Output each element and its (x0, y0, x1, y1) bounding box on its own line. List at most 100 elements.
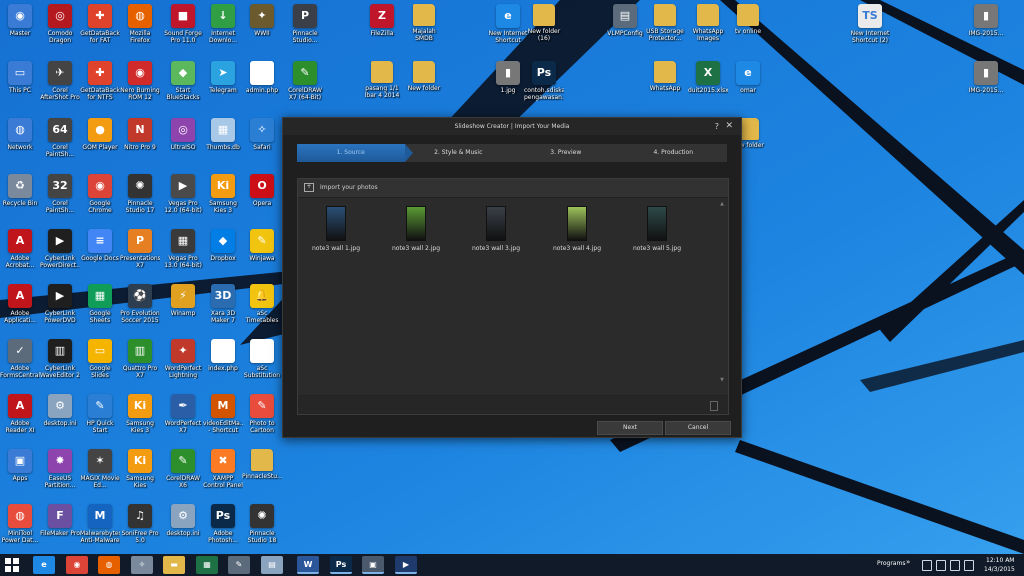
desktop-icon[interactable]: ✧ Safari (242, 118, 282, 151)
desktop-icon[interactable]: ◆ Dropbox (203, 229, 243, 262)
desktop-icon[interactable]: ♻ Recycle Bin (0, 174, 40, 207)
desktop-icon[interactable]: ◉ Nero Burning ROM 12 (120, 61, 160, 101)
desktop-icon[interactable]: ✸ EaseUS Partition... (40, 449, 80, 489)
desktop-icon[interactable]: ▣ Apps (0, 449, 40, 482)
scroll-up-icon[interactable]: ▲ (720, 201, 724, 207)
desktop-icon[interactable]: ■ Sound Forge Pro 11.0 (163, 4, 203, 44)
desktop-icon[interactable]: A Adobe Acrobat... (0, 229, 40, 269)
desktop-icon[interactable]: Z FileZilla (362, 4, 402, 37)
notification-icon[interactable] (964, 560, 974, 571)
desktop-icon[interactable]: pasang 1/1 lbar 4 2014 (362, 61, 402, 99)
taskbar-safari-icon[interactable]: ✧ (131, 556, 153, 574)
desktop-icon[interactable]: New folder (16) (524, 4, 564, 42)
desktop-icon[interactable]: ◉ Master (0, 4, 40, 37)
desktop-icon[interactable]: ▤ VLMPConfig (605, 4, 645, 37)
desktop-icon[interactable]: Ki Samsung Kies 3 (120, 394, 160, 434)
desktop-icon[interactable]: e New Internet Shortcut (488, 4, 528, 44)
taskbar-network-icon[interactable]: ▣ (362, 556, 384, 574)
desktop-icon[interactable]: ▭ Google Slides (80, 339, 120, 379)
desktop-icon[interactable]: e omar (728, 61, 768, 94)
desktop-icon[interactable]: 🔔 aSc Timetables (242, 284, 282, 324)
step-production[interactable]: 4. Production (620, 144, 728, 162)
cancel-button[interactable]: Cancel (665, 421, 731, 435)
desktop-icon[interactable]: PinnacleStu... (242, 449, 282, 480)
desktop-icon[interactable]: ▭ This PC (0, 61, 40, 94)
desktop-icon[interactable]: ▶ CyberLink PowerDVD 14 (40, 284, 80, 324)
desktop-icon[interactable]: ▶ CyberLink PowerDirect... (40, 229, 80, 269)
desktop-icon[interactable]: ▦ Thumbs.db (203, 118, 243, 151)
desktop-icon[interactable]: ✎ Photo to Cartoon (242, 394, 282, 434)
desktop-icon[interactable]: ≡ Google Docs (80, 229, 120, 262)
import-photos-button[interactable]: + Import your photos (298, 179, 728, 198)
step-source[interactable]: 1. Source (297, 144, 413, 162)
scroll-down-icon[interactable]: ▼ (720, 377, 724, 383)
desktop-icon[interactable]: 64 Corel PaintSh... (40, 118, 80, 158)
desktop-icon[interactable]: MvideoEditMa... - Shortcut (203, 394, 243, 434)
close-icon[interactable]: ✕ (725, 118, 733, 135)
desktop-icon[interactable]: ◉ Google Chrome (80, 174, 120, 214)
programs-toolbar[interactable]: Programs (877, 560, 905, 567)
desktop-icon[interactable]: ▶ Vegas Pro 12.0 (64-bit) (163, 174, 203, 214)
battery-icon[interactable] (922, 560, 932, 571)
desktop-icon[interactable]: New folder (404, 61, 444, 92)
step-style-music[interactable]: 2. Style & Music (405, 144, 520, 162)
desktop-icon[interactable]: Ps Adobe Photosh... (203, 504, 243, 544)
desktop-icon[interactable]: ➤ Telegram (203, 61, 243, 94)
taskbar-calculator-icon[interactable]: ▤ (261, 556, 283, 574)
photo-thumbnail[interactable]: note3 wall 5.jpg (629, 206, 685, 252)
taskbar-video-icon[interactable]: ▶ (395, 556, 417, 574)
desktop-icon[interactable]: ▮ 1.jpg (488, 61, 528, 94)
desktop-icon[interactable]: ✚ GetDataBack for NTFS (80, 61, 120, 101)
desktop-icon[interactable]: ◍ MiniTool Power Dat... (0, 504, 40, 544)
desktop-icon[interactable]: ▮ IMG-2015... (966, 61, 1006, 94)
clock-time[interactable]: 12:10 AM (986, 557, 1014, 564)
desktop-icon[interactable]: 32 Corel PaintSh... (40, 174, 80, 214)
desktop-icon[interactable]: WhatsApp Images (688, 4, 728, 42)
desktop-icon[interactable]: 3D Xara 3D Maker 7 (203, 284, 243, 324)
desktop-icon[interactable]: O Opera (242, 174, 282, 207)
desktop-icon[interactable]: ◍ Network (0, 118, 40, 151)
desktop-icon[interactable]: ⚙ desktop.ini (163, 504, 203, 537)
desktop-icon[interactable]: admin.php (242, 61, 282, 94)
desktop-icon[interactable]: ⚙ desktop.ini (40, 394, 80, 427)
help-icon[interactable]: ? (715, 118, 719, 135)
desktop-icon[interactable]: aSc Substitution (242, 339, 282, 379)
photo-thumbnail[interactable]: note3 wall 4.jpg (549, 206, 605, 252)
desktop-icon[interactable]: WhatsApp (645, 61, 685, 92)
step-preview[interactable]: 3. Preview (512, 144, 628, 162)
desktop-icon[interactable]: ✎ HP Quick Start (80, 394, 120, 434)
desktop-icon[interactable]: ✚ GetDataBack for FAT (80, 4, 120, 44)
desktop-icon[interactable]: ▮ IMG-2015... (966, 4, 1006, 37)
desktop-icon[interactable]: Xduit2015.xlsx (688, 61, 728, 94)
desktop-icon[interactable]: ◍ Mozilla Firefox (120, 4, 160, 44)
desktop-icon[interactable]: P Pinnacle Studio... (285, 4, 325, 44)
desktop-icon[interactable]: ✓ Adobe FormsCentral (0, 339, 40, 379)
desktop-icon[interactable]: ✦ WordPerfect Lightning (163, 339, 203, 379)
desktop-icon[interactable]: ✎ Winjawa (242, 229, 282, 262)
desktop-icon[interactable]: ✺ Pinnacle Studio 17 (120, 174, 160, 214)
desktop-icon[interactable]: ♫ SoniFree Pro 5.0 (120, 504, 160, 544)
desktop-icon[interactable]: ● GOM Player (80, 118, 120, 151)
taskbar-explorer-icon[interactable]: ▬ (163, 556, 185, 574)
taskbar-notepad-icon[interactable]: ✎ (228, 556, 250, 574)
desktop-icon[interactable]: TS New Internet Shortcut (2) (850, 4, 890, 44)
trash-icon[interactable] (710, 401, 718, 411)
desktop-icon[interactable]: ✶ MAGIX Movie Ed... (80, 449, 120, 489)
desktop-icon[interactable]: ✺ Pinnacle Studio 18 (242, 504, 282, 544)
desktop-icon[interactable]: ✖ XAMPP Control Panel (203, 449, 243, 489)
desktop-icon[interactable]: ▦ Vegas Pro 13.0 (64-bit) (163, 229, 203, 269)
network-tray-icon[interactable] (936, 560, 946, 571)
taskbar-store-icon[interactable]: ▦ (196, 556, 218, 574)
desktop-icon[interactable]: tv online (728, 4, 768, 35)
desktop-icon[interactable]: ✈ Corel AfterShot Pro (40, 61, 80, 101)
windows-start-icon[interactable] (4, 557, 20, 573)
taskbar-word-icon[interactable]: W (297, 556, 319, 574)
photo-thumbnail[interactable]: note3 wall 3.jpg (468, 206, 524, 252)
desktop-icon[interactable]: A Adobe Applicati... (0, 284, 40, 324)
desktop-icon[interactable]: ◆ Start BlueStacks (163, 61, 203, 101)
desktop-icon[interactable]: F FileMaker Pro (40, 504, 80, 537)
desktop-icon[interactable]: USB Storage Protector... (645, 4, 685, 42)
taskbar-ie-icon[interactable]: e (33, 556, 55, 574)
volume-icon[interactable] (950, 560, 960, 571)
next-button[interactable]: Next (597, 421, 663, 435)
